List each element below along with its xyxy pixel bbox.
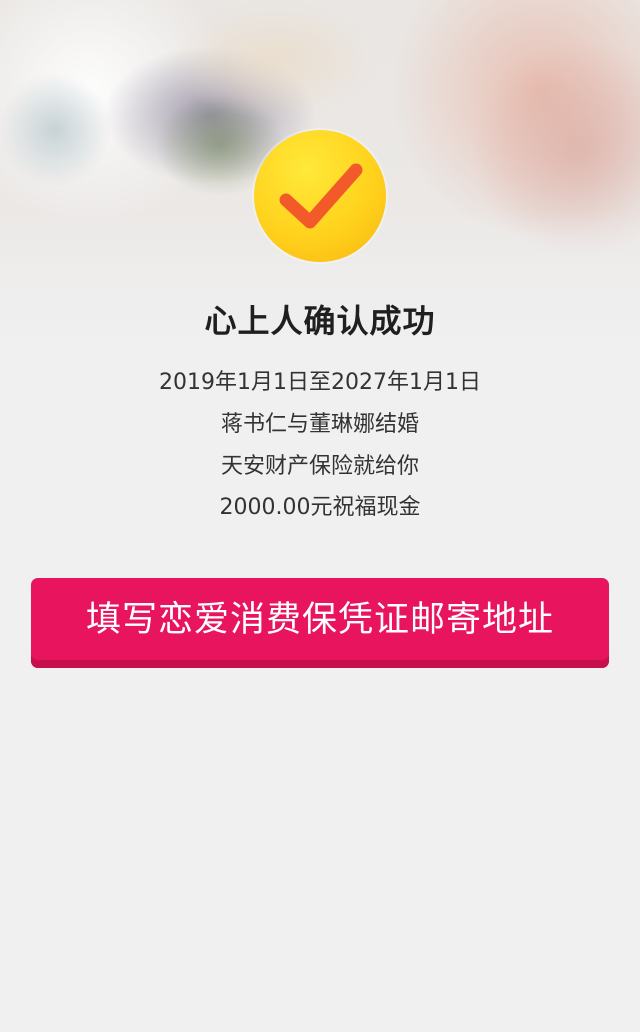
insurance-period: 2019年1月1日至2027年1月1日 [159,370,481,395]
fill-address-button[interactable]: 填写恋爱消费保凭证邮寄地址 [31,578,609,668]
page-title: 心上人确认成功 [204,302,436,340]
insurer-text: 天安财产保险就给你 [220,454,419,479]
success-badge [254,130,386,262]
gift-amount: 2000.00元祝福现金 [219,495,421,520]
couple-names: 蒋书仁与董琳娜结婚 [220,412,419,437]
checkmark-icon [279,163,363,229]
